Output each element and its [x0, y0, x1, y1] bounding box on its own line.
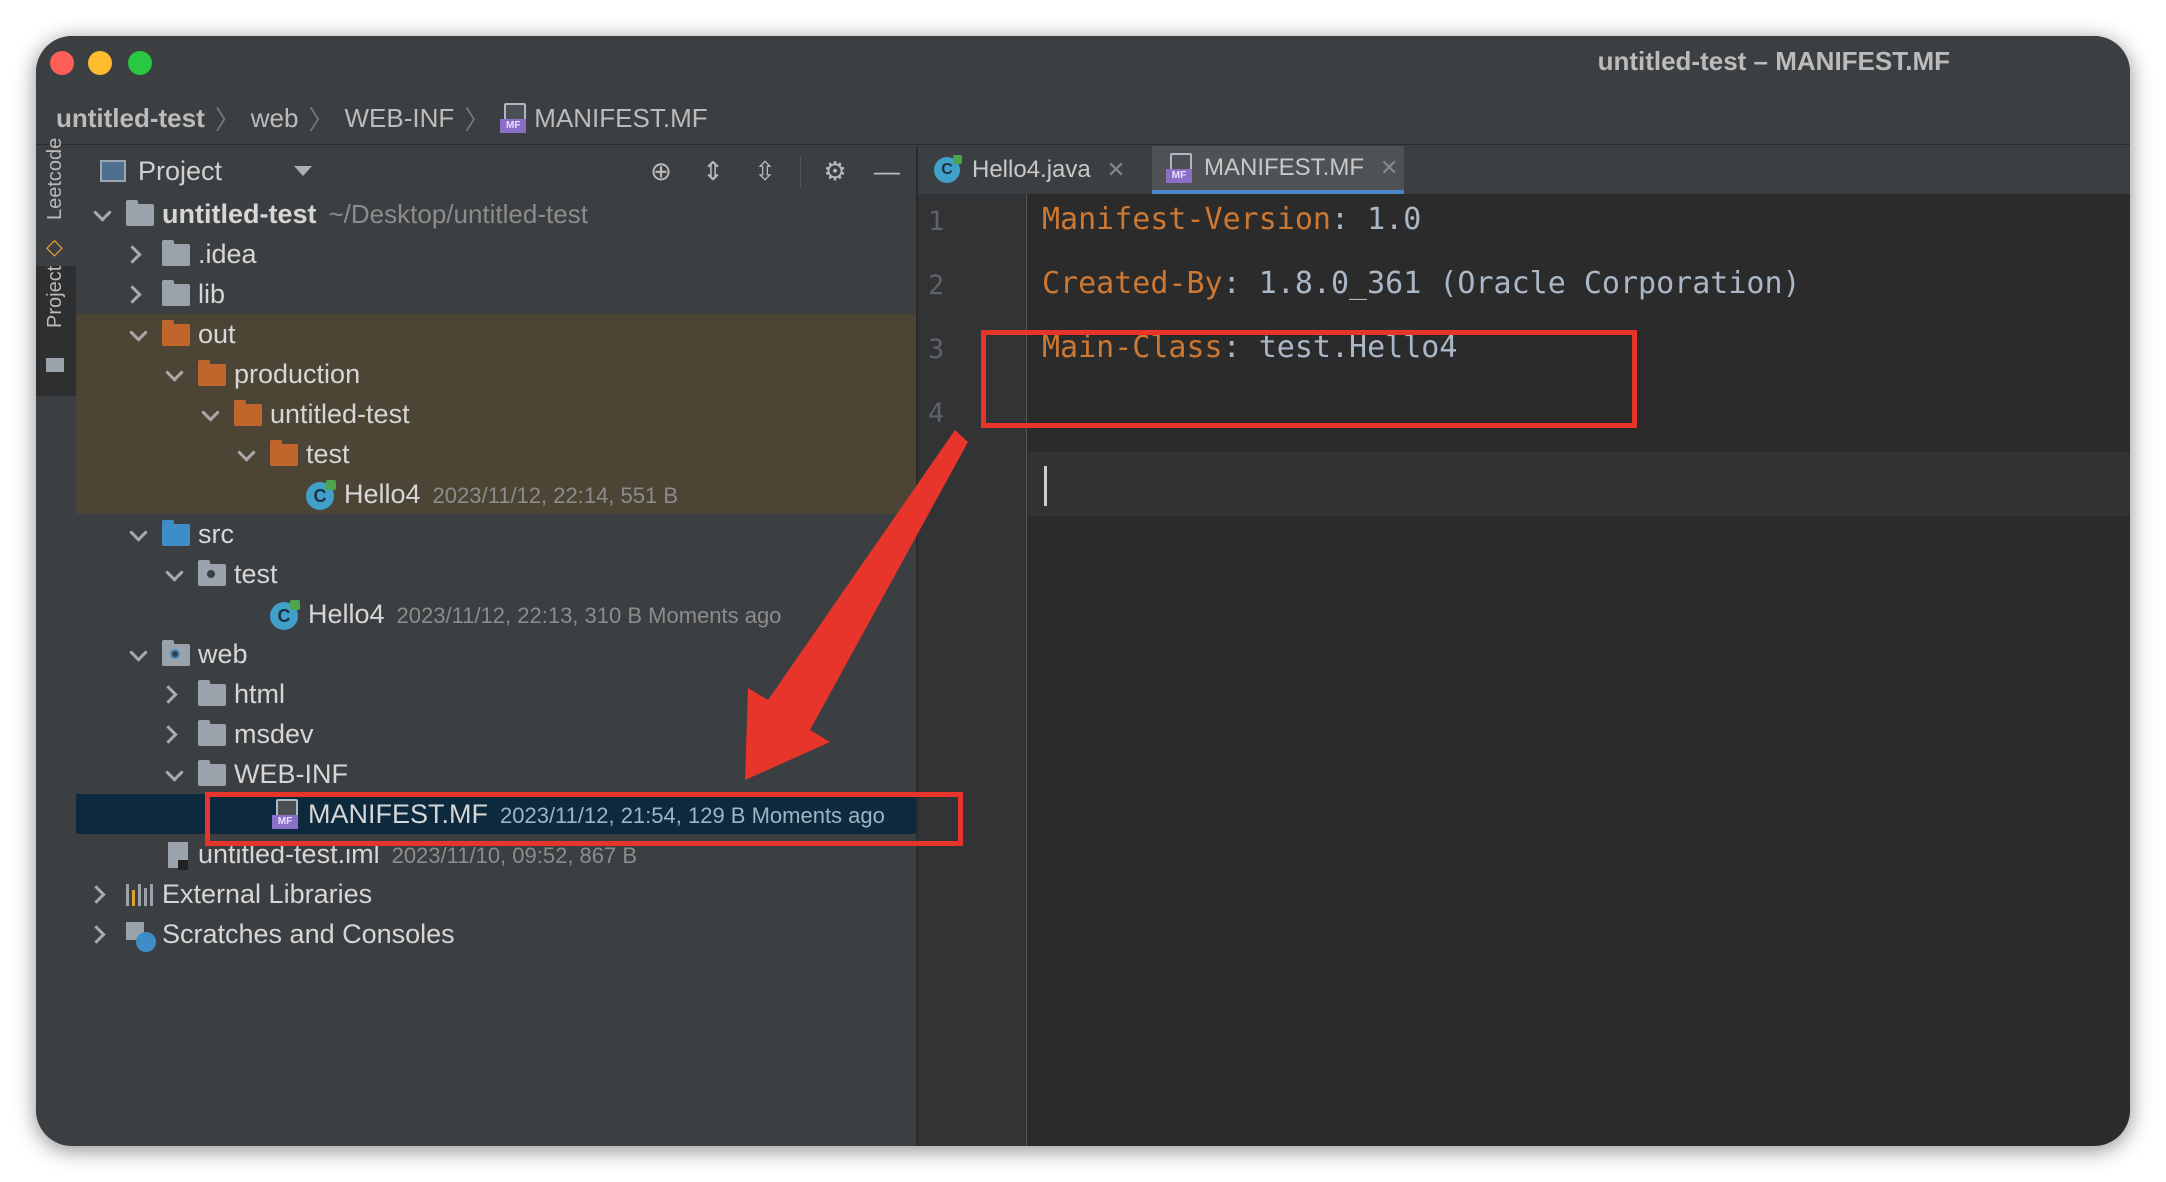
- annotation-arrow-shape: [745, 430, 968, 780]
- annotation-arrow: [745, 430, 968, 780]
